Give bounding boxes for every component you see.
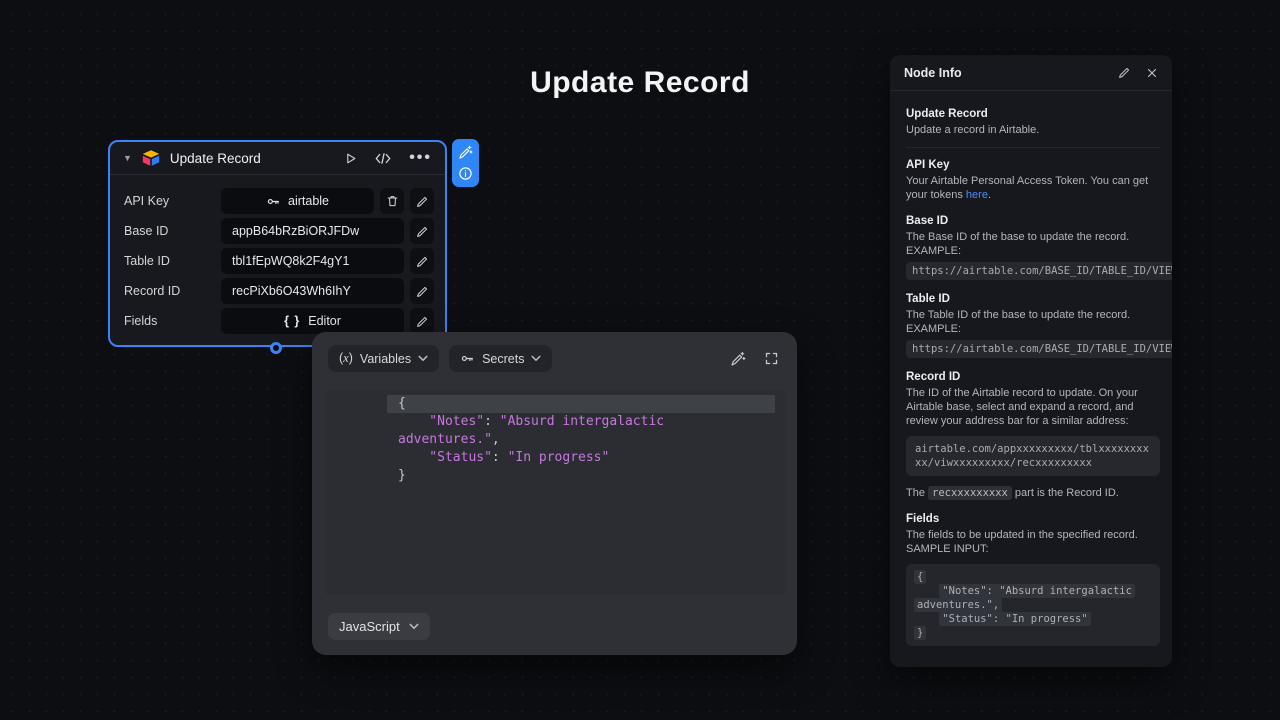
node-info-body: Update Record Update a record in Airtabl… (890, 91, 1172, 660)
field-label: API Key (124, 194, 221, 208)
braces-icon: { } (284, 314, 300, 328)
section-api-key: API Key Your Airtable Personal Access To… (906, 158, 1160, 202)
sample-code-block: { "Notes": "Absurd intergalactic adventu… (906, 564, 1160, 646)
example-code: https://airtable.com/BASE_ID/TABLE_ID/VI… (906, 262, 1172, 280)
update-record-node[interactable]: ▼ Update Record ••• (108, 140, 447, 347)
node-header: ▼ Update Record ••• (110, 142, 445, 174)
api-key-text: airtable (288, 194, 329, 208)
field-row-fields: Fields { } Editor (124, 308, 435, 334)
chevron-down-icon (409, 623, 419, 630)
fullscreen-button[interactable] (764, 351, 779, 366)
edit-table-id-button[interactable] (410, 248, 434, 274)
section-desc: The fields to be updated in the specifie… (906, 528, 1160, 542)
node-info-title: Node Info (904, 66, 962, 80)
chevron-down-icon (418, 355, 428, 362)
delete-api-key-button[interactable] (380, 188, 404, 214)
fields-editor-panel: (x) Variables Secrets (312, 332, 797, 655)
example-label: EXAMPLE: (906, 244, 1160, 258)
key-icon (266, 194, 281, 209)
section-desc: Update a record in Airtable. (906, 123, 1160, 137)
field-label: Table ID (124, 254, 221, 268)
airtable-logo-icon (141, 149, 161, 167)
collapse-chevron-icon[interactable]: ▼ (123, 153, 132, 163)
section-heading: API Key (906, 158, 1160, 172)
sample-input-label: SAMPLE INPUT: (906, 542, 1160, 556)
key-icon (460, 351, 475, 366)
section-desc: The Base ID of the base to update the re… (906, 230, 1160, 244)
fields-editor-label: Editor (308, 314, 341, 328)
language-label: JavaScript (339, 619, 400, 634)
run-node-button[interactable] (344, 152, 357, 165)
editor-toolbar: (x) Variables Secrets (312, 332, 797, 372)
node-title: Update Record (170, 151, 261, 166)
code-line: adventures.", (387, 431, 785, 449)
section-desc: The ID of the Airtable record to update.… (906, 386, 1160, 428)
section-desc: Your Airtable Personal Access Token. You… (906, 174, 1160, 202)
code-view-button[interactable] (375, 152, 391, 165)
edit-info-button[interactable] (1118, 66, 1131, 79)
code-line: "Status": "In progress" (387, 449, 785, 467)
magic-edit-button[interactable] (458, 145, 473, 160)
table-id-value[interactable]: tbl1fEpWQ8k2F4gY1 (221, 248, 404, 274)
panel-divider (906, 147, 1160, 148)
more-options-button[interactable]: ••• (409, 149, 432, 167)
section-node-summary: Update Record Update a record in Airtabl… (906, 107, 1160, 137)
section-table-id: Table ID The Table ID of the base to upd… (906, 292, 1160, 358)
record-id-value[interactable]: recPiXb6O43Wh6IhY (221, 278, 404, 304)
edit-fields-button[interactable] (410, 308, 434, 334)
code-line: "Notes": "Absurd intergalactic (387, 413, 785, 431)
section-desc: The Table ID of the base to update the r… (906, 308, 1160, 322)
field-label: Base ID (124, 224, 221, 238)
code-line: } (387, 467, 785, 485)
api-key-value[interactable]: airtable (221, 188, 374, 214)
base-id-value[interactable]: appB64bRzBiORJFDw (221, 218, 404, 244)
field-row-base-id: Base ID appB64bRzBiORJFDw (124, 218, 435, 244)
magic-edit-button[interactable] (730, 351, 746, 367)
field-label: Record ID (124, 284, 221, 298)
rec-id-chip: recxxxxxxxxx (928, 486, 1012, 500)
code-line: { (387, 395, 775, 413)
variables-dropdown[interactable]: (x) Variables (328, 345, 439, 372)
secrets-dropdown[interactable]: Secrets (449, 345, 552, 372)
code-editor-area[interactable]: { "Notes": "Absurd intergalactic adventu… (326, 390, 785, 595)
variables-icon: (x) (339, 351, 353, 366)
section-heading: Update Record (906, 107, 1160, 121)
example-code: https://airtable.com/BASE_ID/TABLE_ID/VI… (906, 340, 1172, 358)
section-heading: Record ID (906, 370, 1160, 384)
section-base-id: Base ID The Base ID of the base to updat… (906, 214, 1160, 280)
field-row-table-id: Table ID tbl1fEpWQ8k2F4gY1 (124, 248, 435, 274)
language-dropdown[interactable]: JavaScript (328, 613, 430, 640)
output-connection-handle[interactable] (270, 342, 282, 354)
example-label: EXAMPLE: (906, 322, 1160, 336)
section-record-id: Record ID The ID of the Airtable record … (906, 370, 1160, 500)
fields-editor-button[interactable]: { } Editor (221, 308, 404, 334)
info-button[interactable] (458, 166, 473, 181)
workflow-canvas[interactable]: Update Record ▼ Update Record ••• (0, 0, 1280, 720)
field-row-record-id: Record ID recPiXb6O43Wh6IhY (124, 278, 435, 304)
variables-label: Variables (360, 352, 411, 366)
section-heading: Fields (906, 512, 1160, 526)
edit-base-id-button[interactable] (410, 218, 434, 244)
section-heading: Base ID (906, 214, 1160, 228)
tokens-link[interactable]: here (966, 189, 988, 201)
field-label: Fields (124, 314, 221, 328)
node-info-header: Node Info (890, 55, 1172, 91)
close-panel-button[interactable] (1146, 67, 1158, 79)
address-code-block: airtable.com/appxxxxxxxxx/tblxxxxxxxxxx/… (906, 436, 1160, 476)
record-id-note: The recxxxxxxxxx part is the Record ID. (906, 486, 1160, 500)
section-fields: Fields The fields to be updated in the s… (906, 512, 1160, 646)
edit-record-id-button[interactable] (410, 278, 434, 304)
section-heading: Table ID (906, 292, 1160, 306)
secrets-label: Secrets (482, 352, 524, 366)
node-quick-actions (452, 139, 479, 187)
edit-api-key-button[interactable] (410, 188, 434, 214)
chevron-down-icon (531, 355, 541, 362)
field-row-api-key: API Key airtable (124, 188, 435, 214)
node-info-panel: Node Info Update Record Update a record … (890, 55, 1172, 667)
